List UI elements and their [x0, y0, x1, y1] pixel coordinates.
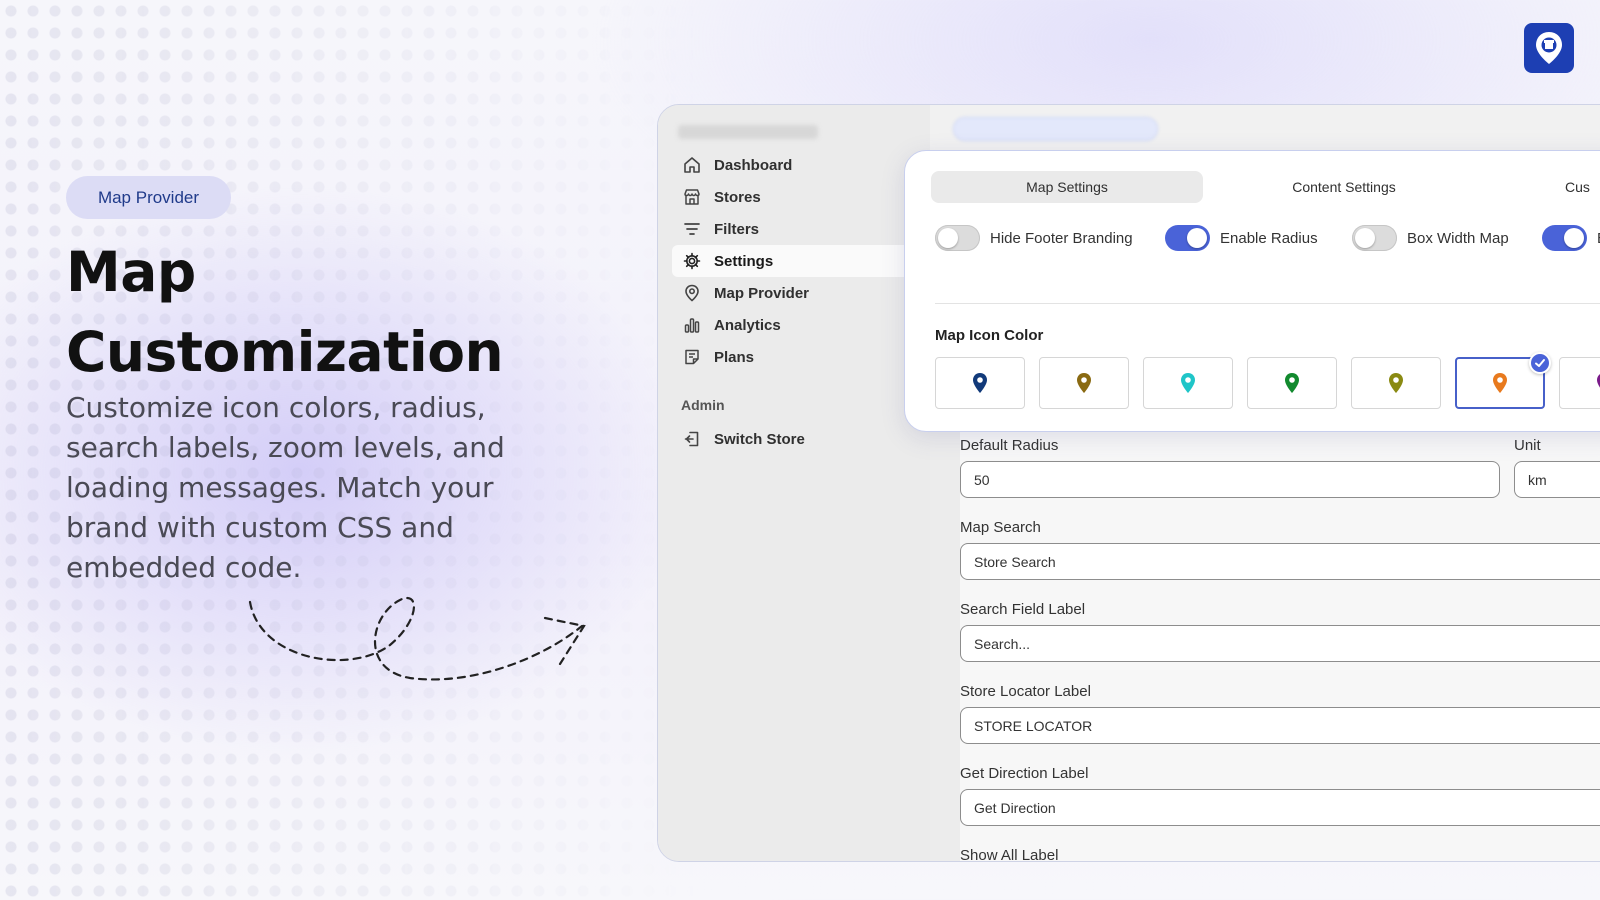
sidebar-nav: Dashboard Stores Filters Settings Map Pr…: [672, 149, 930, 373]
sidebar-item-label: Settings: [714, 252, 774, 270]
sidebar-item-stores[interactable]: Stores: [672, 181, 930, 213]
store-icon: [682, 187, 702, 207]
toggle-label: Enable Radius: [1220, 229, 1318, 247]
toggle-switch[interactable]: [1165, 225, 1210, 251]
sidebar-item-dashboard[interactable]: Dashboard: [672, 149, 930, 181]
box-width-map-toggle[interactable]: Box Width Map: [1352, 225, 1509, 251]
toggle-switch[interactable]: [1352, 225, 1397, 251]
map-pin-icon: [1077, 373, 1091, 393]
hide-footer-branding-toggle[interactable]: Hide Footer Branding: [935, 225, 1133, 251]
search-field-input[interactable]: Search...: [960, 625, 1600, 662]
settings-tabs: Map Settings Content Settings Cus: [931, 171, 1600, 203]
tab-map-settings[interactable]: Map Settings: [931, 171, 1203, 203]
store-locator-logo-icon: [1524, 23, 1574, 73]
dashed-arrow-icon: [248, 597, 586, 681]
hero-description: Customize icon colors, radius, search la…: [66, 391, 505, 584]
map-pin-icon: [1285, 373, 1299, 393]
sidebar-item-switch-store[interactable]: Switch Store: [672, 423, 930, 455]
sidebar-item-settings[interactable]: Settings: [672, 245, 930, 277]
sidebar-item-analytics[interactable]: Analytics: [672, 309, 930, 341]
map-search-label: Map Search: [960, 519, 1041, 536]
admin-section-label: Admin: [681, 397, 725, 413]
default-radius-input[interactable]: 50: [960, 461, 1500, 498]
app-title-blurred: [678, 125, 818, 139]
unit-select[interactable]: km: [1514, 461, 1600, 498]
sidebar-item-label: Analytics: [714, 316, 781, 334]
map-pin-icon: [973, 373, 987, 393]
filter-icon: [682, 219, 702, 239]
map-icon-color-label: Map Icon Color: [935, 327, 1044, 344]
store-domain-blurred: [953, 117, 1158, 141]
color-swatch[interactable]: [1351, 357, 1441, 409]
gear-icon: [682, 251, 702, 271]
store-locator-input[interactable]: STORE LOCATOR: [960, 707, 1600, 744]
fourth-toggle[interactable]: E: [1542, 225, 1600, 251]
tab-content-settings[interactable]: Content Settings: [1203, 171, 1485, 203]
color-swatch[interactable]: [1247, 357, 1337, 409]
toggle-switch[interactable]: [935, 225, 980, 251]
get-direction-input[interactable]: Get Direction: [960, 789, 1600, 826]
enable-radius-toggle[interactable]: Enable Radius: [1165, 225, 1318, 251]
map-pin-icon: [1389, 373, 1403, 393]
sidebar-item-filters[interactable]: Filters: [672, 213, 930, 245]
show-all-label: Show All Label: [960, 847, 1059, 862]
default-radius-label: Default Radius: [960, 437, 1059, 454]
map-pin-icon: [1493, 373, 1507, 393]
map-search-input[interactable]: Store Search: [960, 543, 1600, 580]
toggle-label: Box Width Map: [1407, 229, 1509, 247]
sidebar-item-label: Switch Store: [714, 430, 805, 448]
sidebar-item-label: Plans: [714, 348, 755, 366]
get-direction-label: Get Direction Label: [960, 765, 1089, 782]
divider: [935, 303, 1600, 304]
switch-store-icon: [682, 429, 702, 449]
sidebar-item-label: Stores: [714, 188, 761, 206]
toggle-label: Hide Footer Branding: [990, 229, 1133, 247]
sidebar-item-plans[interactable]: Plans: [672, 341, 930, 373]
sidebar-item-label: Dashboard: [714, 156, 793, 174]
store-locator-label: Store Locator Label: [960, 683, 1091, 700]
color-swatch[interactable]: [935, 357, 1025, 409]
unit-label: Unit: [1514, 437, 1541, 454]
bar-chart-icon: [682, 315, 702, 335]
map-pin-icon: [1181, 373, 1195, 393]
tab-custom[interactable]: Cus: [1565, 171, 1600, 203]
sidebar: Dashboard Stores Filters Settings Map Pr…: [658, 105, 930, 861]
color-swatch[interactable]: [1559, 357, 1600, 409]
home-icon: [682, 155, 702, 175]
map-pin-icon: [682, 283, 702, 303]
color-swatch[interactable]: [1143, 357, 1233, 409]
color-swatch[interactable]: [1039, 357, 1129, 409]
map-settings-card: Map Settings Content Settings Cus Hide F…: [904, 150, 1600, 432]
sidebar-item-label: Map Provider: [714, 284, 810, 302]
map-pin-icon: [1597, 374, 1600, 388]
sidebar-item-label: Filters: [714, 220, 760, 238]
sidebar-item-map-provider[interactable]: Map Provider: [672, 277, 930, 309]
selected-check-icon: [1529, 352, 1551, 374]
toggle-switch[interactable]: [1542, 225, 1587, 251]
hero-title: Map Customization: [66, 240, 504, 384]
plans-icon: [682, 347, 702, 367]
map-provider-badge: Map Provider: [66, 176, 231, 219]
search-field-label: Search Field Label: [960, 601, 1086, 618]
